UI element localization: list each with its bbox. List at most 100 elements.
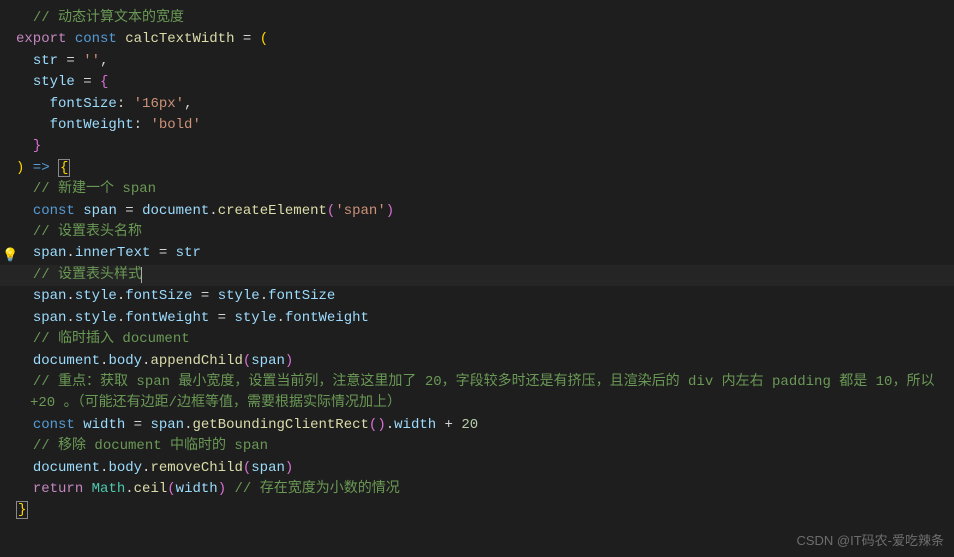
comment: // 新建一个 span <box>33 181 156 197</box>
colon: : <box>134 117 151 133</box>
argument: span <box>251 460 285 476</box>
paren: ) <box>377 417 385 433</box>
argument: width <box>176 481 218 497</box>
variable: width <box>83 417 125 433</box>
variable: span <box>150 417 184 433</box>
keyword: const <box>75 31 117 47</box>
number: 20 <box>461 417 478 433</box>
paren: ( <box>167 481 175 497</box>
property: innerText <box>75 245 151 261</box>
dot: . <box>125 481 133 497</box>
code-line[interactable]: const width = span.getBoundingClientRect… <box>0 415 954 436</box>
variable: span <box>33 310 67 326</box>
code-line[interactable]: // 重点：获取 span 最小宽度，设置当前列，注意这里加了 20，字段较多时… <box>0 372 954 415</box>
code-line[interactable]: // 临时插入 document <box>0 329 954 350</box>
dot: . <box>117 310 125 326</box>
code-line[interactable]: // 移除 document 中临时的 span <box>0 436 954 457</box>
brace: } <box>33 138 41 154</box>
property: body <box>108 460 142 476</box>
code-line[interactable]: document.body.appendChild(span) <box>0 351 954 372</box>
code-line[interactable]: 💡 span.innerText = str <box>0 243 954 264</box>
property: body <box>108 353 142 369</box>
property: fontWeight <box>125 310 209 326</box>
code-line[interactable]: ) => { <box>0 158 954 179</box>
string: 'bold' <box>150 117 200 133</box>
variable: str <box>176 245 201 261</box>
brace: } <box>16 501 28 519</box>
property: fontSize <box>50 96 117 112</box>
operator: = <box>209 310 234 326</box>
code-line[interactable]: // 新建一个 span <box>0 179 954 200</box>
property: style <box>75 288 117 304</box>
string: 'span' <box>335 203 385 219</box>
code-line[interactable]: document.body.removeChild(span) <box>0 458 954 479</box>
watermark: CSDN @IT码农-爱吃辣条 <box>796 530 944 551</box>
function-name: calcTextWidth <box>125 31 234 47</box>
code-line[interactable]: fontSize: '16px', <box>0 94 954 115</box>
paren: ) <box>285 353 293 369</box>
code-line[interactable]: span.style.fontWeight = style.fontWeight <box>0 308 954 329</box>
property: fontWeight <box>285 310 369 326</box>
object: document <box>142 203 209 219</box>
argument: span <box>251 353 285 369</box>
code-line[interactable]: } <box>0 136 954 157</box>
property: fontSize <box>268 288 335 304</box>
comment: // 重点：获取 span 最小宽度，设置当前列，注意这里加了 20，字段较多时… <box>30 374 943 411</box>
code-line[interactable]: export const calcTextWidth = ( <box>0 29 954 50</box>
code-line[interactable]: const span = document.createElement('spa… <box>0 201 954 222</box>
operator: = <box>234 31 259 47</box>
operator: = <box>192 288 217 304</box>
variable: span <box>33 288 67 304</box>
method: createElement <box>218 203 327 219</box>
comment: // 设置表头名称 <box>33 224 142 240</box>
method: removeChild <box>150 460 242 476</box>
code-line[interactable]: return Math.ceil(width) // 存在宽度为小数的情况 <box>0 479 954 500</box>
lightbulb-icon[interactable]: 💡 <box>2 245 18 266</box>
comment: // 存在宽度为小数的情况 <box>226 481 400 497</box>
brace: { <box>58 159 70 177</box>
class: Math <box>92 481 126 497</box>
param: style <box>33 74 75 90</box>
colon: : <box>117 96 134 112</box>
string: '' <box>83 53 100 69</box>
paren: ) <box>218 481 226 497</box>
variable: span <box>83 203 117 219</box>
comment: // 动态计算文本的宽度 <box>33 10 184 26</box>
code-line[interactable]: fontWeight: 'bold' <box>0 115 954 136</box>
arrow: => <box>24 160 58 176</box>
keyword: const <box>33 203 75 219</box>
code-editor[interactable]: // 动态计算文本的宽度 export const calcTextWidth … <box>0 8 954 522</box>
code-line[interactable]: span.style.fontSize = style.fontSize <box>0 286 954 307</box>
keyword: const <box>33 417 75 433</box>
param: str <box>33 53 58 69</box>
paren: ) <box>285 460 293 476</box>
dot: . <box>386 417 394 433</box>
dot: . <box>260 288 268 304</box>
code-line[interactable]: // 动态计算文本的宽度 <box>0 8 954 29</box>
operator: = <box>75 74 100 90</box>
code-line[interactable]: } <box>0 500 954 521</box>
keyword: export <box>16 31 66 47</box>
cursor <box>141 267 142 283</box>
property: style <box>75 310 117 326</box>
code-line-active[interactable]: // 设置表头样式 <box>0 265 954 286</box>
variable: style <box>218 288 260 304</box>
code-line[interactable]: style = { <box>0 72 954 93</box>
operator: = <box>125 417 150 433</box>
method: appendChild <box>150 353 242 369</box>
dot: . <box>66 245 74 261</box>
property: width <box>394 417 436 433</box>
string: '16px' <box>134 96 184 112</box>
operator: + <box>436 417 461 433</box>
method: ceil <box>134 481 168 497</box>
code-line[interactable]: str = '', <box>0 51 954 72</box>
variable: style <box>234 310 276 326</box>
object: document <box>33 460 100 476</box>
paren: ) <box>386 203 394 219</box>
operator: = <box>117 203 142 219</box>
dot: . <box>209 203 217 219</box>
dot: . <box>277 310 285 326</box>
code-line[interactable]: // 设置表头名称 <box>0 222 954 243</box>
operator: = <box>58 53 83 69</box>
dot: . <box>117 288 125 304</box>
